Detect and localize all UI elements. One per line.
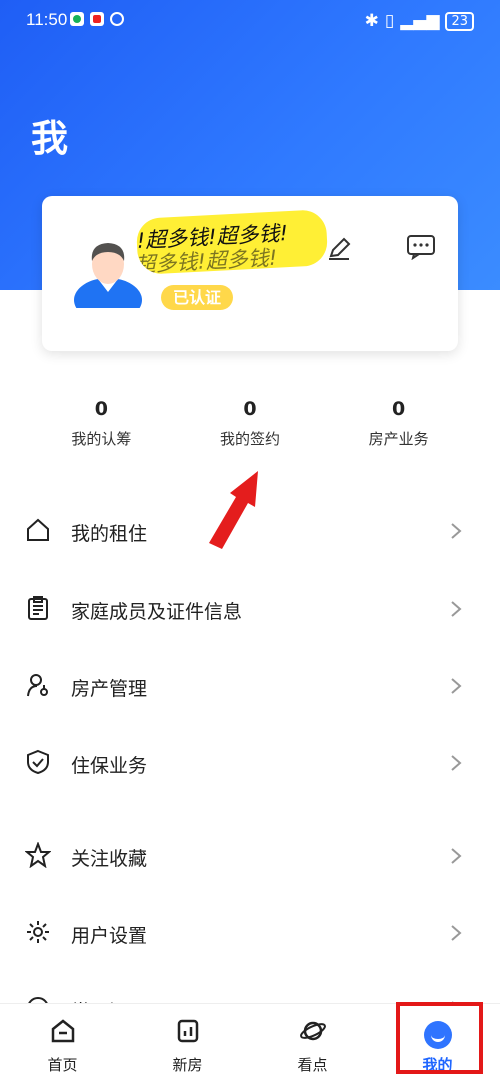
my-profile-screen: 11:50 ✱ ▯ ▂▄▆ 23 我 !超多钱!超多钱! !超多钱!超多钱! 已… — [0, 0, 500, 1074]
menu-item-favorites[interactable]: 关注收藏 — [0, 817, 500, 893]
signal-icon: ▂▄▆ — [400, 11, 440, 31]
menu-item-label: 房产管理 — [71, 678, 148, 700]
stat-my-subscriptions[interactable]: 0 我的认筹 — [41, 398, 161, 449]
status-time: 11:50 — [26, 10, 68, 29]
home-icon — [51, 1019, 74, 1043]
page-title: 我 — [31, 117, 69, 160]
menu-item-settings[interactable]: 用户设置 — [0, 894, 500, 970]
chevron-right-icon — [451, 925, 462, 941]
tab-highlights[interactable]: 看点 — [250, 1004, 375, 1074]
menu-item-label: 家庭成员及证件信息 — [71, 601, 243, 623]
avatar[interactable] — [74, 236, 142, 308]
red-box-annotation — [396, 1002, 483, 1074]
star-icon — [25, 842, 51, 868]
menu-item-housing-security[interactable]: 住保业务 — [0, 724, 500, 800]
stat-value: 0 — [392, 398, 406, 420]
stat-label: 我的签约 — [219, 430, 280, 448]
menu-item-label: 关注收藏 — [71, 848, 148, 870]
menu-item-family[interactable]: 家庭成员及证件信息 — [0, 570, 500, 646]
user-key-icon — [27, 674, 48, 697]
gear-icon — [27, 921, 49, 943]
status-bar: 11:50 ✱ ▯ ▂▄▆ 23 — [0, 0, 500, 40]
clipboard-icon — [28, 596, 48, 620]
house-icon — [27, 518, 49, 541]
menu-item-label: 住保业务 — [71, 755, 148, 777]
stats-row: 0 我的认筹 0 我的签约 0 房产业务 — [0, 398, 500, 449]
message-icon[interactable] — [406, 234, 436, 260]
chevron-right-icon — [451, 601, 462, 617]
wechat-notification-icon — [70, 12, 84, 26]
verified-badge: 已认证 — [161, 285, 233, 310]
bluetooth-icon: ✱ — [364, 11, 379, 31]
tab-new-homes[interactable]: 新房 — [125, 1004, 250, 1074]
circle-notification-icon — [110, 12, 124, 26]
menu-item-label: 我的租住 — [71, 523, 148, 545]
menu-item-rental[interactable]: 我的租住 — [0, 492, 500, 568]
edit-icon[interactable] — [327, 237, 351, 261]
chevron-right-icon — [451, 678, 462, 694]
menu-item-property[interactable]: 房产管理 — [0, 647, 500, 723]
stat-value: 0 — [94, 398, 108, 420]
chevron-right-icon — [451, 848, 462, 864]
shield-icon — [27, 749, 49, 775]
stat-label: 我的认筹 — [71, 430, 132, 448]
chevron-right-icon — [451, 523, 462, 539]
planet-icon — [299, 1021, 326, 1041]
menu-item-label: 用户设置 — [71, 925, 148, 947]
stat-property-business[interactable]: 0 房产业务 — [339, 398, 459, 449]
vibrate-icon: ▯ — [384, 11, 395, 31]
tab-label: 新房 — [172, 1056, 203, 1074]
building-icon — [177, 1019, 198, 1043]
profile-card[interactable]: !超多钱!超多钱! !超多钱!超多钱! 已认证 — [42, 196, 458, 351]
stat-value: 0 — [243, 398, 257, 420]
red-app-notification-icon — [90, 12, 104, 26]
stat-my-contracts[interactable]: 0 我的签约 — [190, 398, 310, 449]
tab-label: 首页 — [47, 1056, 78, 1074]
username-highlight: !超多钱!超多钱! !超多钱!超多钱! — [135, 209, 329, 275]
status-right-icons: ✱ ▯ ▂▄▆ 23 — [365, 11, 474, 31]
chevron-right-icon — [451, 755, 462, 771]
tab-label: 看点 — [297, 1056, 328, 1074]
battery-icon: 23 — [445, 11, 474, 31]
notification-icons — [70, 12, 124, 26]
stat-label: 房产业务 — [368, 430, 429, 448]
tab-home[interactable]: 首页 — [0, 1004, 125, 1074]
